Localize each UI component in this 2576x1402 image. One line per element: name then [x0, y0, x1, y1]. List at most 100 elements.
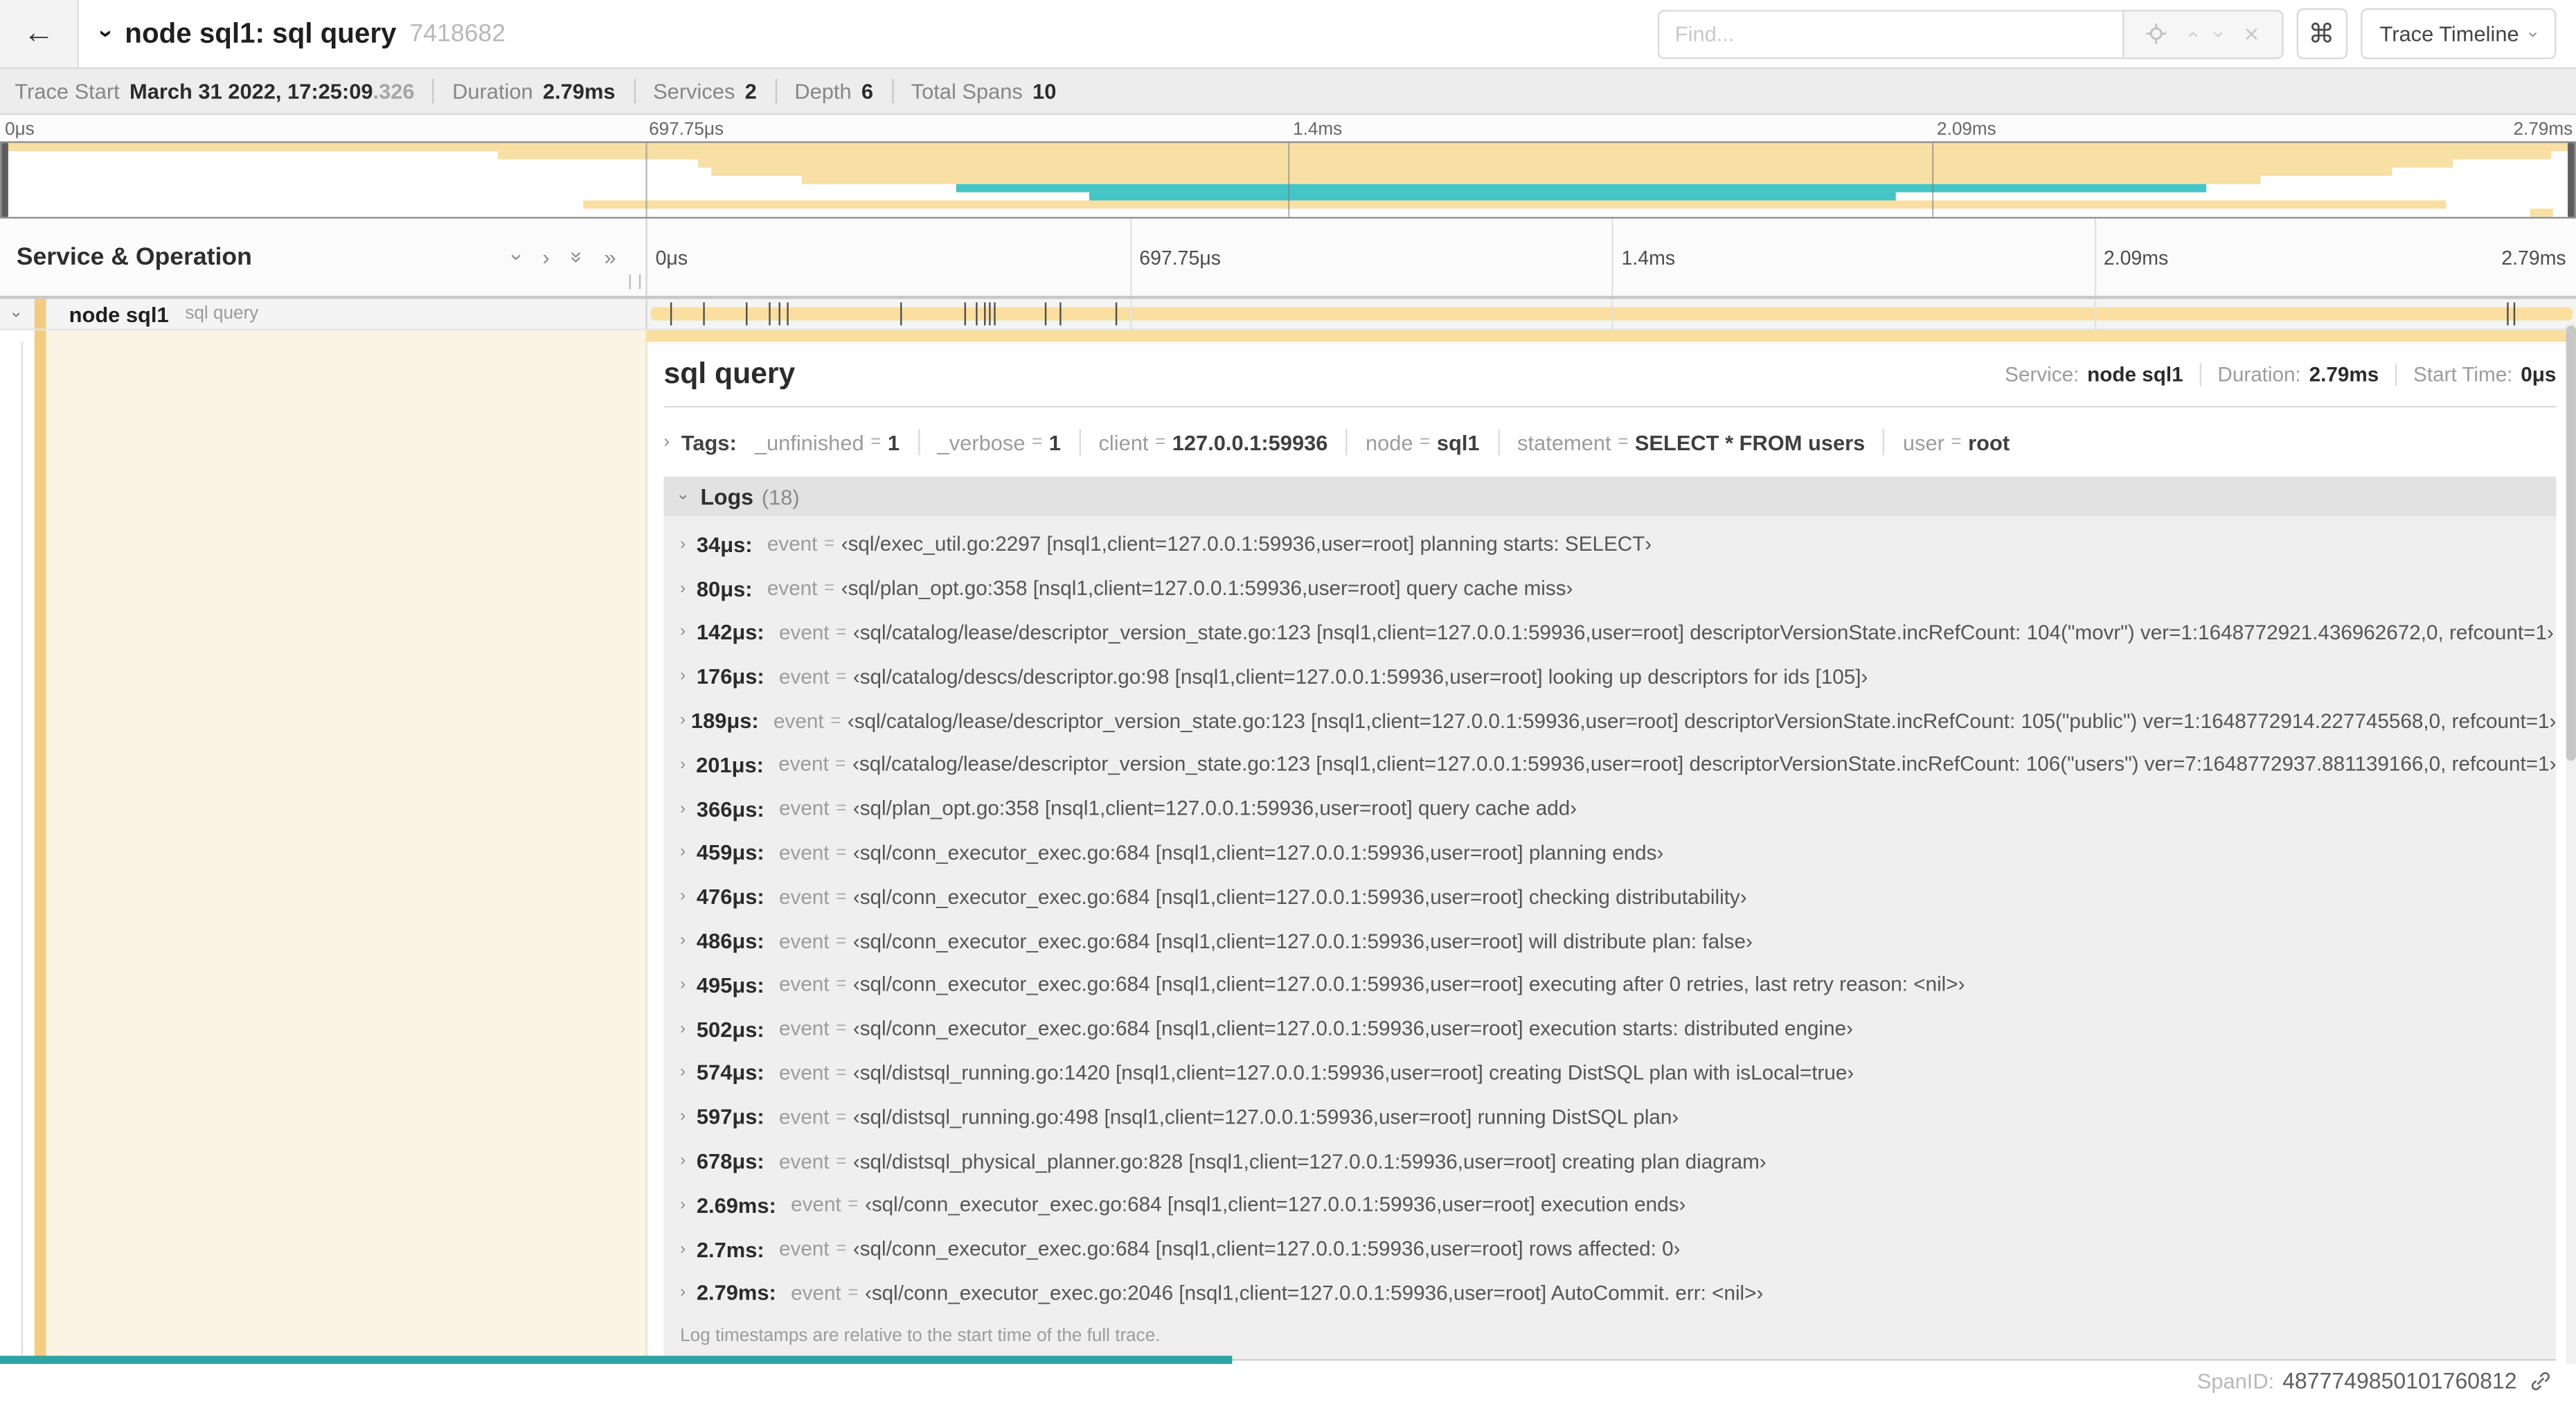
keyboard-shortcuts-button[interactable]: ⌘ — [2296, 8, 2347, 60]
detail-divider — [663, 405, 2557, 408]
log-row[interactable]: › 189μs: event = ‹sql/catalog/lease/descript… — [680, 699, 2556, 743]
double-chevron-down-icon[interactable]: » — [564, 251, 589, 263]
vertical-scrollbar[interactable] — [2566, 321, 2576, 1365]
span-row-timeline-cell[interactable] — [647, 299, 2576, 329]
timeline-tick-column: 1.4ms — [1611, 218, 2095, 296]
summary-value: March 31 2022, 17:25:09 — [129, 78, 373, 104]
log-row[interactable]: › 2.69ms: event = ‹sql/conn_executor_exec.go… — [680, 1183, 2556, 1227]
column-resizer-handle[interactable] — [629, 274, 641, 290]
chevron-right-icon[interactable]: › — [680, 535, 697, 553]
chevron-right-icon[interactable]: › — [680, 888, 697, 906]
chevron-right-icon[interactable]: › — [663, 432, 670, 452]
timeline-gridline — [2093, 299, 2095, 329]
chevron-right-icon[interactable]: › — [680, 844, 697, 862]
log-row[interactable]: › 2.79ms: event = ‹sql/conn_executor_exec.go… — [680, 1271, 2556, 1315]
chevron-right-icon[interactable]: › — [680, 1284, 697, 1302]
locate-icon[interactable] — [2145, 23, 2166, 44]
log-row[interactable]: › 502μs: event = ‹sql/conn_executor_exec.go:… — [680, 1007, 2556, 1052]
scrollbar-thumb[interactable] — [2566, 325, 2576, 761]
log-row[interactable]: › 574μs: event = ‹sql/distsql_running.go:142… — [680, 1051, 2556, 1095]
equals-sign: = — [1420, 432, 1431, 452]
tag-item[interactable]: statement = SELECT * FROM users — [1480, 429, 1865, 455]
tag-value: 1 — [887, 429, 900, 454]
log-value: ‹sql/conn_executor_exec.go:684 [nsql1,cl… — [852, 1017, 1853, 1041]
log-value: ‹sql/catalog/lease/descriptor_version_st… — [847, 709, 2557, 733]
tag-value: sql1 — [1436, 429, 1480, 454]
chevron-down-icon[interactable]: › — [92, 30, 120, 38]
span-row-name-cell[interactable]: › node sql1 sql query — [0, 299, 647, 329]
log-row[interactable]: › 486μs: event = ‹sql/conn_executor_exec.go:… — [680, 919, 2556, 964]
tag-item[interactable]: _verbose = 1 — [900, 429, 1061, 455]
viewport-drag-handle-right[interactable] — [2568, 143, 2575, 218]
log-row[interactable]: › 678μs: event = ‹sql/distsql_physical_plann… — [680, 1139, 2556, 1183]
view-selector-button[interactable]: Trace Timeline › — [2360, 8, 2557, 60]
chevron-right-icon[interactable]: › — [680, 1020, 697, 1038]
chevron-right-icon[interactable]: › — [680, 623, 697, 641]
chevron-right-icon[interactable]: › — [680, 1240, 697, 1258]
summary-value-suffix: .326 — [373, 78, 415, 104]
timeline-tick-column: 0μs — [647, 219, 1129, 296]
log-row[interactable]: › 176μs: event = ‹sql/catalog/descs/descript… — [680, 655, 2556, 699]
chevron-right-icon[interactable]: › — [680, 580, 697, 598]
minimap-canvas[interactable] — [0, 141, 2576, 219]
clear-search-icon[interactable]: ✕ — [2243, 24, 2260, 43]
double-chevron-right-icon[interactable]: » — [604, 247, 616, 268]
chevron-right-icon[interactable]: › — [680, 756, 696, 774]
chevron-right-icon[interactable]: › — [680, 1196, 697, 1214]
deep-link-icon[interactable] — [2528, 1369, 2553, 1394]
log-value: ‹sql/conn_executor_exec.go:2046 [nsql1,c… — [864, 1281, 1764, 1305]
logs-header[interactable]: › Logs (18) — [663, 476, 2557, 516]
chevron-right-icon[interactable]: › — [680, 976, 697, 994]
tags-row[interactable]: › Tags: _unfinished = 1 _verbose = 1 client = 12… — [663, 423, 2556, 462]
timeline-gridline — [1611, 299, 1613, 329]
logs-label: Logs — [700, 483, 753, 509]
log-row[interactable]: › 34μs: event = ‹sql/exec_util.go:2297 [nsql… — [680, 522, 2556, 567]
log-row[interactable]: › 476μs: event = ‹sql/conn_executor_exec.go:… — [680, 875, 2556, 919]
log-value: ‹sql/plan_opt.go:358 [nsql1,client=127.0… — [841, 577, 1573, 601]
back-button[interactable]: ← — [0, 0, 79, 68]
tag-item[interactable]: node = sql1 — [1327, 429, 1480, 455]
chevron-right-icon[interactable]: › — [680, 1152, 697, 1170]
log-row[interactable]: › 80μs: event = ‹sql/plan_opt.go:358 [nsql1,… — [680, 567, 2556, 611]
log-row[interactable]: › 366μs: event = ‹sql/plan_opt.go:358 [nsql1… — [680, 787, 2556, 831]
log-row[interactable]: › 495μs: event = ‹sql/conn_executor_exec.go:… — [680, 963, 2556, 1007]
topbar-actions: › › ✕ ⌘ Trace Timeline › — [1656, 0, 2576, 67]
detail-meta-item: Start Time: 0μs — [2379, 362, 2556, 385]
log-timestamp: 201μs: — [696, 752, 764, 777]
chevron-right-icon[interactable]: › — [680, 800, 697, 818]
detail-operation-title: sql query — [663, 356, 796, 390]
chevron-right-icon[interactable]: › — [542, 247, 549, 268]
log-row[interactable]: › 459μs: event = ‹sql/conn_executor_exec.go:… — [680, 831, 2556, 875]
chevron-down-icon[interactable]: › — [7, 311, 25, 317]
chevron-right-icon[interactable]: › — [680, 932, 697, 950]
log-row[interactable]: › 201μs: event = ‹sql/catalog/lease/descript… — [680, 743, 2556, 787]
tag-item[interactable]: _unfinished = 1 — [755, 429, 900, 454]
tag-key: _verbose — [937, 429, 1026, 454]
detail-meta-value: node sql1 — [2087, 362, 2183, 386]
log-field-name: event — [778, 1237, 830, 1261]
chevron-right-icon[interactable]: › — [680, 1064, 697, 1082]
tag-item[interactable]: client = 127.0.0.1:59936 — [1061, 429, 1327, 455]
equals-sign: = — [1618, 432, 1629, 452]
tag-item[interactable]: user = root — [1865, 429, 2010, 455]
log-row[interactable]: › 2.7ms: event = ‹sql/conn_executor_exec.go:… — [680, 1227, 2556, 1272]
log-event-tick — [786, 302, 788, 326]
next-result-icon[interactable]: › — [2207, 30, 2230, 37]
chevron-right-icon[interactable]: › — [680, 668, 697, 686]
equals-sign: = — [1951, 432, 1962, 452]
find-input[interactable] — [1656, 9, 2122, 59]
logs-section: › Logs (18) › 34μs: event = ‹sql/exec_util.g… — [663, 476, 2557, 1362]
log-event-tick — [1059, 302, 1062, 326]
span-row[interactable]: › node sql1 sql query — [0, 299, 2576, 330]
log-row[interactable]: › 597μs: event = ‹sql/distsql_running.go:498… — [680, 1095, 2556, 1139]
minimap-span-bar — [711, 167, 2392, 176]
log-row[interactable]: › 142μs: event = ‹sql/catalog/lease/descript… — [680, 611, 2556, 655]
chevron-down-icon[interactable]: › — [506, 254, 530, 260]
chevron-right-icon[interactable]: › — [680, 1108, 697, 1126]
trace-title-wrap: › node sql1: sql query 7418682 — [79, 0, 1657, 67]
prev-result-icon[interactable]: › — [2179, 30, 2202, 37]
viewport-drag-handle-left[interactable] — [1, 143, 8, 218]
summary-value: 2 — [744, 78, 757, 104]
timeline-tick-column: 697.75μs — [1129, 218, 1613, 296]
chevron-right-icon[interactable]: › — [680, 711, 691, 729]
